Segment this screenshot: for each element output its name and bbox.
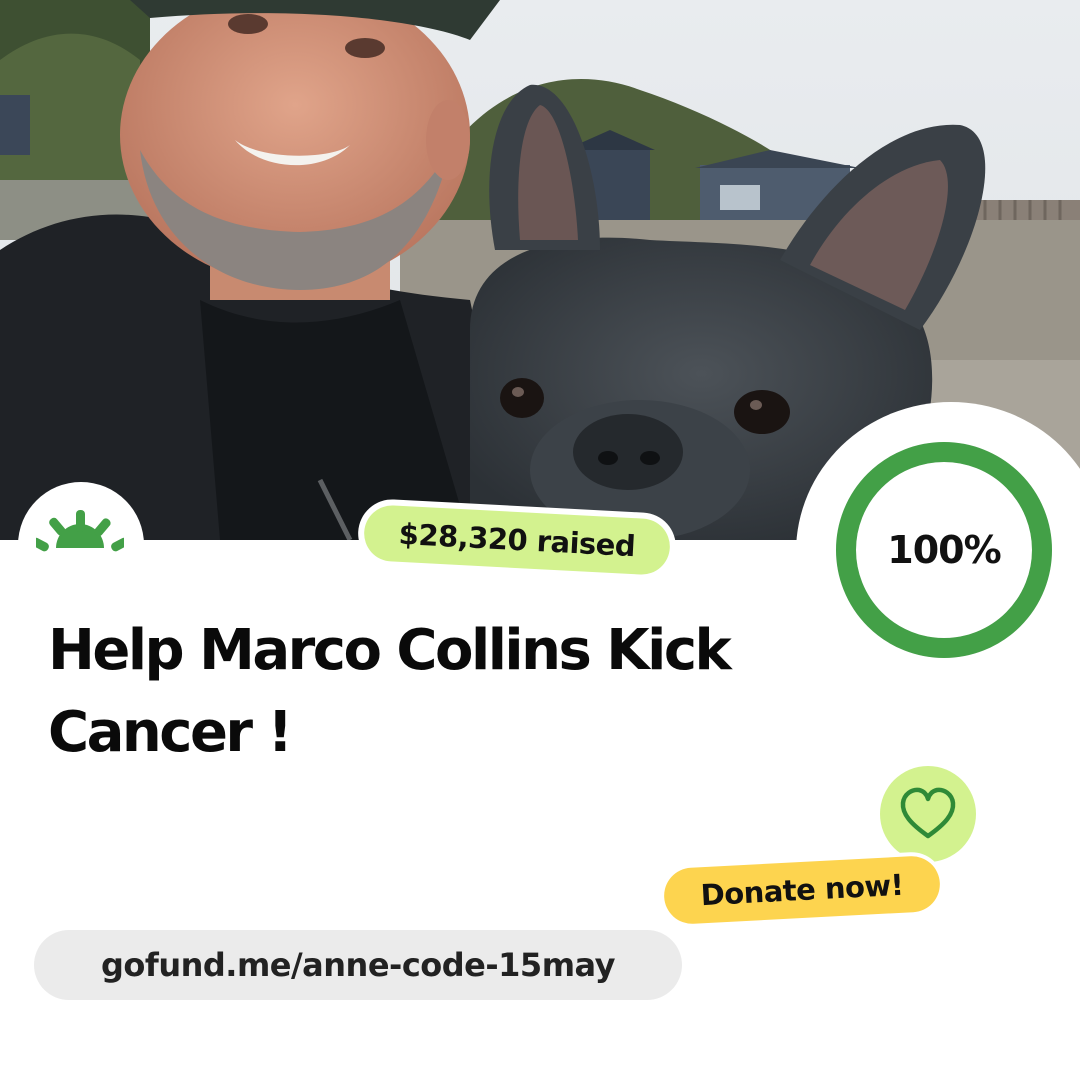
fundraiser-card: $28,320 raised 100% Help Marco Collins K… [0,0,1080,1080]
gofundme-sun-logo-icon [36,510,124,552]
campaign-url[interactable]: gofund.me/anne-code-15may [34,930,682,1000]
raised-amount-label: $28,320 raised [362,504,672,576]
donate-now-button[interactable]: Donate now! [658,850,946,930]
donate-now-label: Donate now! [662,854,942,926]
heart-icon [900,787,956,839]
progress-percent-label: 100% [887,528,1001,572]
heart-badge[interactable] [880,766,976,862]
campaign-title: Help Marco Collins Kick Cancer ! [48,618,732,765]
